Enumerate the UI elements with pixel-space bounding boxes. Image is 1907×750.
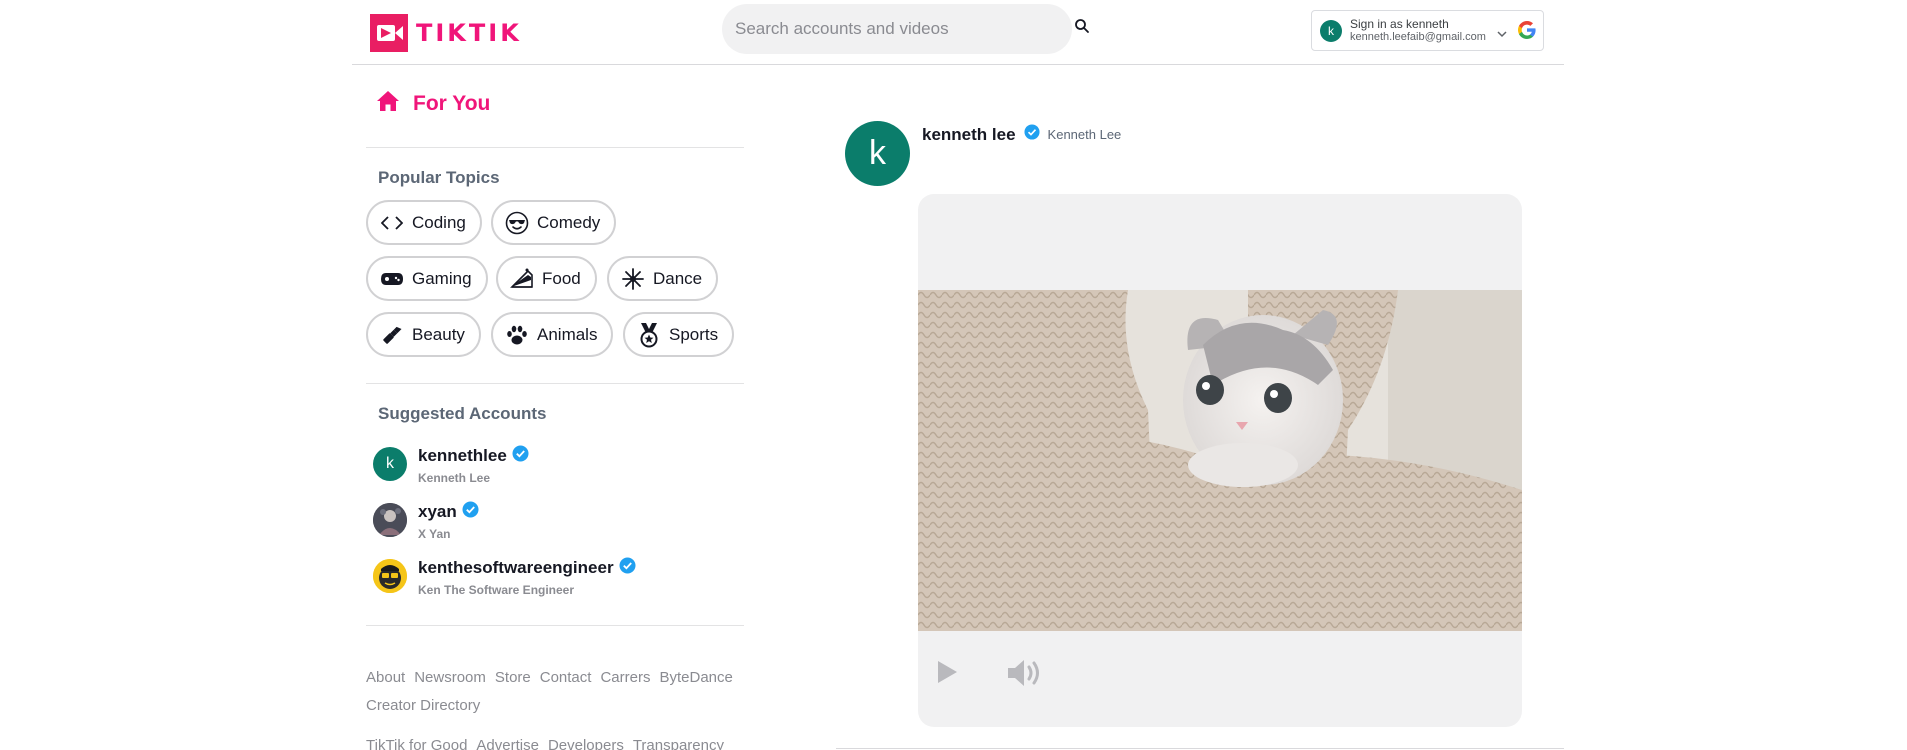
footer-link[interactable]: Advertise [476, 737, 539, 750]
play-icon[interactable] [936, 660, 960, 686]
topic-label: Beauty [412, 324, 465, 344]
topic-label: Dance [653, 268, 703, 288]
home-icon [376, 90, 400, 117]
footer-link[interactable]: Creator Directory [366, 697, 480, 714]
signin-title: Sign in as kenneth [1350, 16, 1449, 31]
footer-link[interactable]: Transparency [633, 737, 724, 750]
post-author[interactable]: kenneth lee Kenneth Lee [922, 124, 1121, 145]
post-author-avatar[interactable]: k [845, 121, 910, 186]
medal-icon [637, 322, 661, 347]
sidebar-divider [366, 147, 744, 148]
avatar: k [373, 447, 407, 481]
google-signin-button[interactable]: k Sign in as kenneth kenneth.leefaib@gma… [1311, 10, 1544, 51]
footer-links-row-3: TikTik for Good Advertise Developers Tra… [366, 737, 724, 750]
footer-link[interactable]: About [366, 669, 405, 686]
verified-badge-icon [619, 557, 636, 579]
account-display-name: Kenneth Lee [418, 471, 491, 485]
topic-animals[interactable]: Animals [491, 312, 614, 357]
topic-comedy[interactable]: Comedy [491, 200, 617, 245]
logo-text: TIKTIK [416, 19, 522, 47]
topic-label: Food [542, 268, 581, 288]
logo[interactable]: TIKTIK [370, 14, 522, 52]
sidebar-divider [366, 625, 744, 626]
cake-slice-icon [510, 267, 534, 291]
topic-beauty[interactable]: Beauty [366, 312, 481, 357]
account-username: xyan [418, 502, 457, 521]
sunglasses-face-icon [505, 211, 529, 235]
sidebar-divider [366, 383, 744, 384]
avatar [373, 503, 407, 537]
chevron-down-icon[interactable] [1496, 26, 1508, 38]
suggested-account-kenthesoftwareengineer[interactable]: kenthesoftwareengineer Ken The Software … [373, 557, 636, 597]
topic-label: Animals [537, 324, 598, 344]
account-username: kenthesoftwareengineer [418, 558, 614, 577]
signin-avatar: k [1320, 19, 1342, 42]
firework-icon [621, 267, 645, 291]
post-display-name: Kenneth Lee [1047, 127, 1122, 142]
for-you-link[interactable]: For You [376, 90, 490, 117]
video-player[interactable] [918, 290, 1522, 631]
verified-badge-icon [512, 445, 529, 467]
video-card [918, 194, 1522, 727]
account-display-name: Ken The Software Engineer [418, 583, 575, 597]
header-divider [352, 64, 1564, 65]
for-you-label: For You [413, 91, 491, 115]
gamepad-icon [380, 267, 404, 291]
topic-dance[interactable]: Dance [607, 256, 719, 301]
lipstick-icon [380, 323, 404, 347]
verified-badge-icon [1024, 124, 1040, 145]
suggested-account-kennethlee[interactable]: k kennethlee Kenneth Lee [373, 445, 529, 485]
post-divider [836, 748, 1564, 749]
volume-icon[interactable] [1006, 657, 1046, 689]
topic-sports[interactable]: Sports [623, 312, 735, 357]
logo-icon [370, 14, 408, 52]
paw-icon [505, 323, 529, 347]
post-username: kenneth lee [922, 124, 1016, 144]
suggested-account-xyan[interactable]: xyan X Yan [373, 501, 479, 541]
footer-link[interactable]: ByteDance [659, 669, 732, 686]
topic-gaming[interactable]: Gaming [366, 256, 488, 301]
search-input[interactable] [735, 19, 1035, 39]
topic-label: Comedy [537, 212, 601, 232]
footer-link[interactable]: TikTik for Good [366, 737, 467, 750]
signin-email: kenneth.leefaib@gmail.com [1350, 30, 1486, 43]
code-icon [380, 211, 404, 235]
verified-badge-icon [462, 501, 479, 523]
topic-food[interactable]: Food [496, 256, 597, 301]
account-display-name: X Yan [418, 527, 451, 541]
topic-label: Sports [669, 324, 719, 344]
topic-label: Coding [412, 212, 466, 232]
search-bar [722, 4, 1072, 54]
footer-link[interactable]: Store [495, 669, 531, 686]
footer-links-row-2: Creator Directory [366, 697, 480, 714]
avatar [373, 559, 407, 593]
topic-coding[interactable]: Coding [366, 200, 482, 245]
google-icon [1517, 20, 1537, 40]
footer-links-row-1: About Newsroom Store Contact Carrers Byt… [366, 669, 733, 686]
topic-label: Gaming [412, 268, 472, 288]
top-navbar: TIKTIK k Sign in as kenneth kenneth.leef… [0, 0, 1907, 65]
footer-link[interactable]: Developers [548, 737, 624, 750]
popular-topics-title: Popular Topics [378, 168, 500, 187]
footer-link[interactable]: Contact [540, 669, 592, 686]
suggested-accounts-title: Suggested Accounts [378, 404, 547, 423]
search-icon[interactable] [1074, 18, 1092, 36]
footer-link[interactable]: Carrers [600, 669, 650, 686]
footer-link[interactable]: Newsroom [414, 669, 486, 686]
account-username: kennethlee [418, 446, 507, 465]
